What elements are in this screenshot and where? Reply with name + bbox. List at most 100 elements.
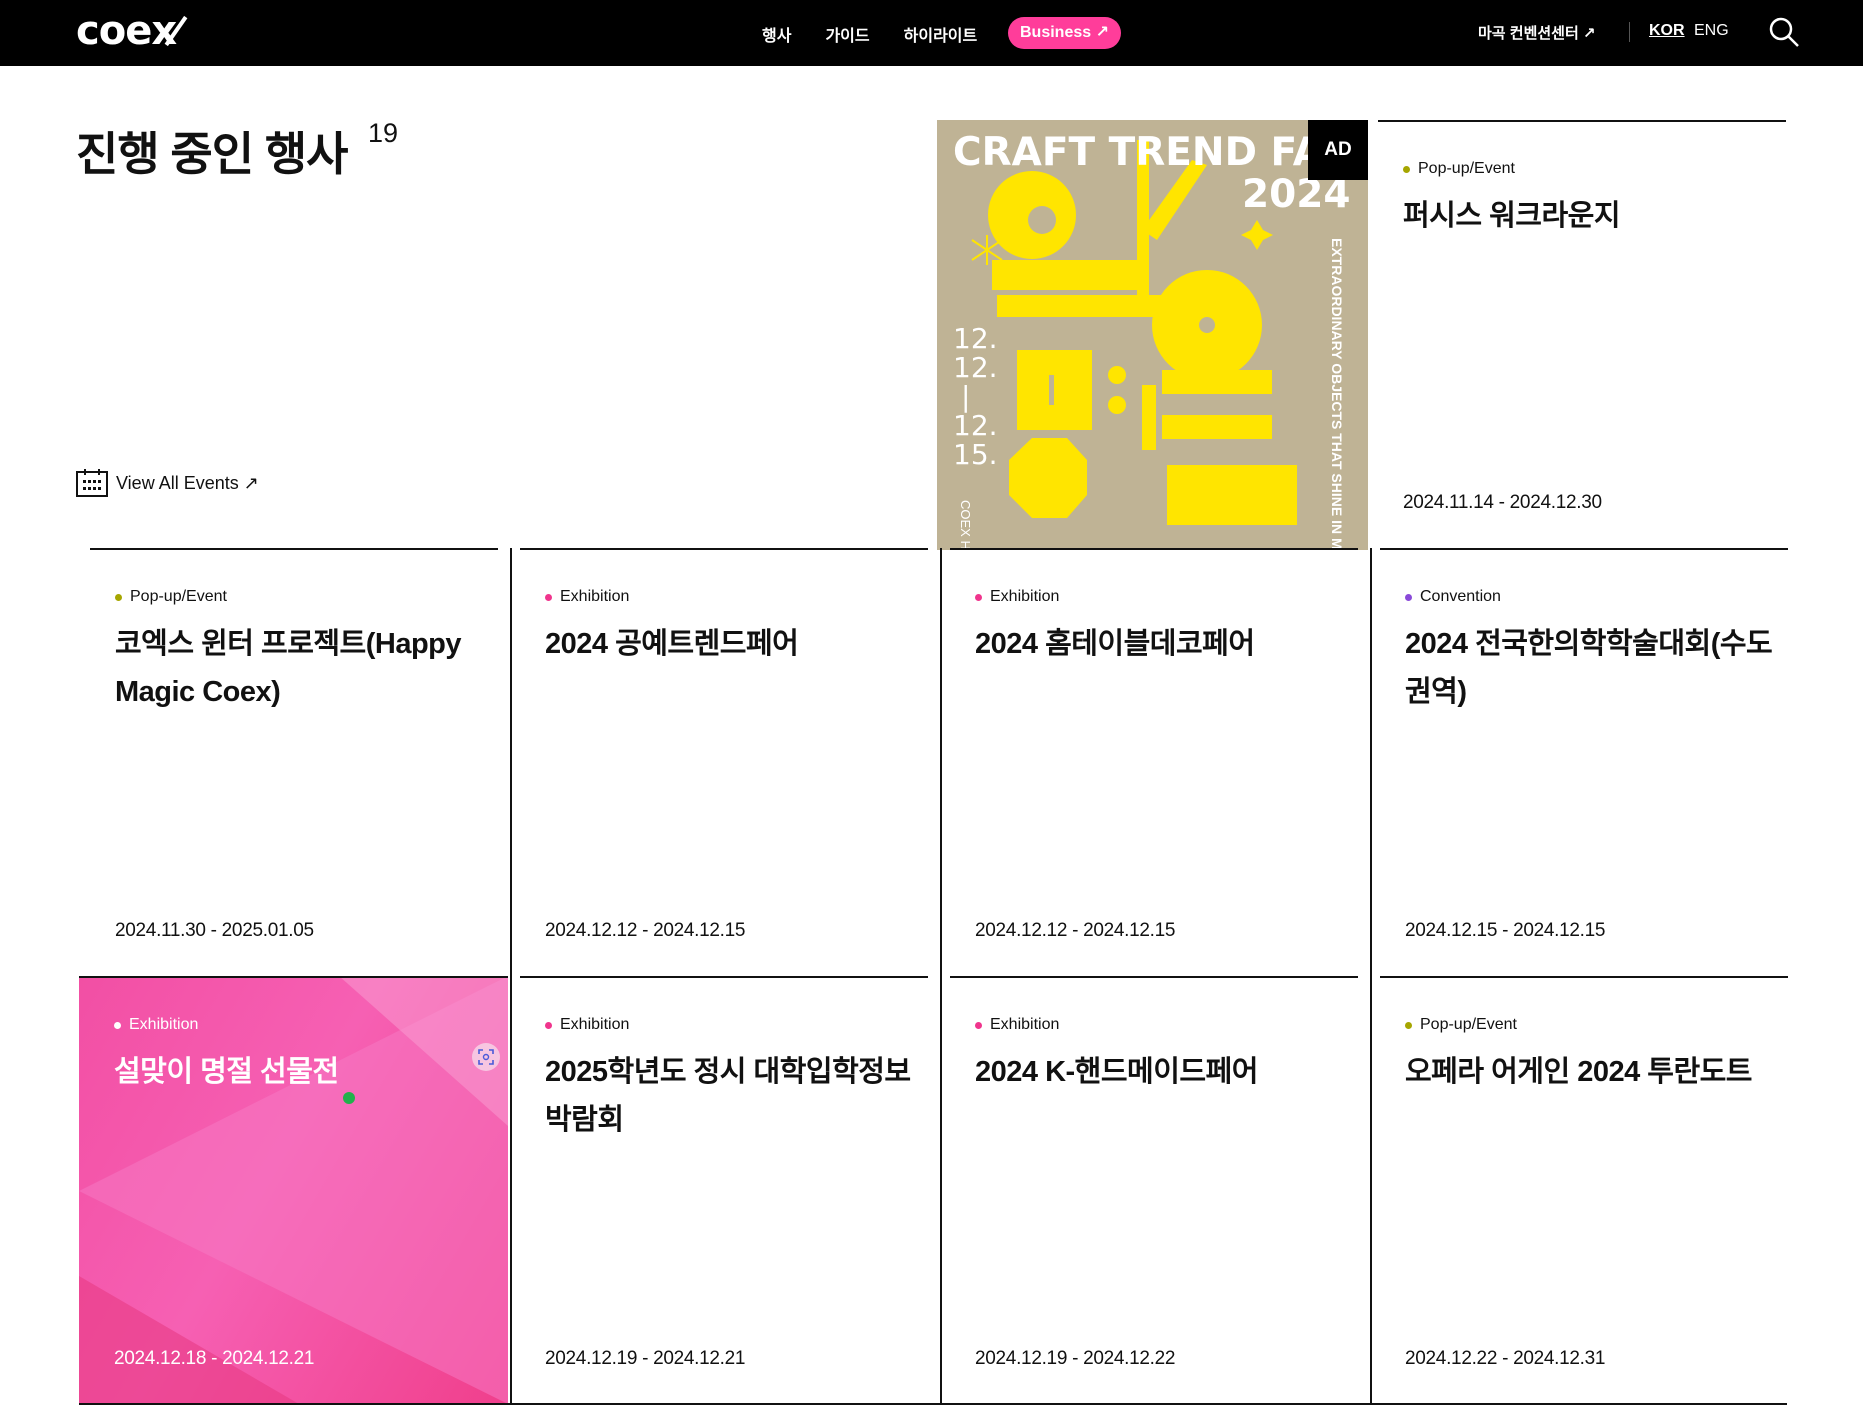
event-dates: 2024.12.22 - 2024.12.31 xyxy=(1405,1348,1606,1369)
category-dot xyxy=(975,593,982,601)
top-navigation-bar: coex 행사 가이드 하이라이트 Business ↗ 마곡 컨벤션센터 ↗ … xyxy=(0,0,1863,66)
ad-label: AD xyxy=(1308,120,1368,180)
page-title: 진행 중인 행사 xyxy=(76,128,348,180)
card-top-border xyxy=(1380,548,1788,550)
category-dot xyxy=(975,1021,982,1029)
card-top-border xyxy=(950,548,1358,550)
event-category: Pop-up/Event xyxy=(115,588,227,606)
category-dot xyxy=(545,593,552,601)
logo-text: coex xyxy=(76,8,177,54)
ad-hall: COEX HALL C xyxy=(958,500,973,550)
nav-events[interactable]: 행사 xyxy=(762,22,791,46)
category-dot xyxy=(114,1021,121,1029)
ad-dates: 12. 12. | 12. 15. xyxy=(953,324,998,469)
ad-date-line: 12. xyxy=(953,351,998,384)
ad-date-line: | xyxy=(961,380,971,413)
ad-date-line: 12. xyxy=(953,322,998,355)
event-dates: 2024.12.15 - 2024.12.15 xyxy=(1405,920,1606,941)
event-count: 19 xyxy=(368,118,399,148)
card-left-border xyxy=(510,976,512,1404)
view-all-label: View All Events ↗ xyxy=(116,472,259,493)
divider xyxy=(1629,22,1630,42)
event-dates: 2024.12.12 - 2024.12.15 xyxy=(545,920,746,941)
event-card[interactable]: Exhibition 2024 K-핸드메이드페어 2024.12.19 - 2… xyxy=(940,976,1358,1404)
green-indicator-dot xyxy=(343,1092,355,1104)
ad-side-text: EXTRAORDINARY OBJECTS THAT SHINE IN MY L… xyxy=(1329,238,1345,550)
category-label: Exhibition xyxy=(560,588,630,605)
lang-eng[interactable]: ENG xyxy=(1694,22,1729,40)
event-dates: 2024.12.18 - 2024.12.21 xyxy=(114,1348,315,1369)
screenshot-icon[interactable] xyxy=(472,1043,500,1071)
category-label: Pop-up/Event xyxy=(1418,160,1515,177)
nav-guide[interactable]: 가이드 xyxy=(825,22,869,46)
category-label: Pop-up/Event xyxy=(130,588,227,605)
category-label: Exhibition xyxy=(129,1016,199,1033)
category-label: Pop-up/Event xyxy=(1420,1016,1517,1033)
event-category: Exhibition xyxy=(545,1016,629,1034)
lang-kor[interactable]: KOR xyxy=(1649,22,1685,40)
event-card[interactable]: Convention 2024 전국한의학학술대회(수도권역) 2024.12.… xyxy=(1370,548,1788,976)
event-title: 퍼시스 워크라운지 xyxy=(1403,200,1621,232)
event-dates: 2024.11.14 - 2024.12.30 xyxy=(1403,492,1602,513)
ad-banner-craft-trend-fair[interactable]: CRAFT TREND FA 2024 12. 12. | 12. 15. CO… xyxy=(937,120,1368,550)
view-all-events-link[interactable]: View All Events ↗ xyxy=(76,469,259,497)
event-category: Pop-up/Event xyxy=(1403,160,1515,178)
card-left-border xyxy=(1370,548,1372,976)
event-card[interactable]: Exhibition 2024 홈테이블데코페어 2024.12.12 - 20… xyxy=(940,548,1358,976)
event-dates: 2024.12.19 - 2024.12.22 xyxy=(975,1348,1176,1369)
card-top-border xyxy=(1378,120,1786,122)
grid-bottom-border xyxy=(79,1403,1787,1405)
event-dates: 2024.12.12 - 2024.12.15 xyxy=(975,920,1176,941)
event-title: 2024 K-핸드메이드페어 xyxy=(975,1056,1258,1088)
event-card-featured[interactable]: Exhibition 설맞이 명절 선물전 2024.12.18 - 2024.… xyxy=(79,976,508,1404)
main-nav: 행사 가이드 하이라이트 xyxy=(762,22,1011,46)
category-dot xyxy=(545,1021,552,1029)
event-category: Exhibition xyxy=(114,1016,198,1034)
card-left-border xyxy=(1370,976,1372,1404)
category-dot xyxy=(1405,593,1412,601)
category-label: Exhibition xyxy=(560,1016,630,1033)
category-label: Exhibition xyxy=(990,588,1060,605)
event-category: Exhibition xyxy=(975,1016,1059,1034)
card-left-border xyxy=(940,548,942,976)
event-title: 2024 공예트렌드페어 xyxy=(545,628,799,660)
category-label: Convention xyxy=(1420,588,1501,605)
card-top-border xyxy=(90,548,498,550)
category-dot xyxy=(1405,1021,1412,1029)
event-card[interactable]: Pop-up/Event 퍼시스 워크라운지 2024.11.14 - 2024… xyxy=(1378,120,1786,548)
card-top-border xyxy=(520,548,928,550)
event-card[interactable]: Pop-up/Event 오페라 어게인 2024 투란도트 2024.12.2… xyxy=(1370,976,1788,1404)
coex-logo[interactable]: coex xyxy=(76,8,188,54)
search-icon[interactable] xyxy=(1768,16,1800,48)
event-title: 2024 전국한의학학술대회(수도권역) xyxy=(1405,628,1773,708)
card-left-border xyxy=(510,548,512,976)
card-left-border xyxy=(940,976,942,1404)
card-top-border xyxy=(950,976,1358,978)
event-category: Exhibition xyxy=(975,588,1059,606)
event-title: 2025학년도 정시 대학입학정보박람회 xyxy=(545,1056,911,1136)
pink-decorative-background xyxy=(79,976,508,1404)
category-label: Exhibition xyxy=(990,1016,1060,1033)
event-dates: 2024.12.19 - 2024.12.21 xyxy=(545,1348,746,1369)
event-title: 코엑스 윈터 프로젝트(Happy Magic Coex) xyxy=(115,628,462,708)
magok-convention-link[interactable]: 마곡 컨벤션센터 ↗ xyxy=(1478,22,1596,43)
nav-highlight[interactable]: 하이라이트 xyxy=(904,22,978,46)
calendar-icon xyxy=(76,469,108,497)
event-card[interactable]: Pop-up/Event 코엑스 윈터 프로젝트(Happy Magic Coe… xyxy=(90,548,498,976)
category-dot xyxy=(115,593,122,601)
event-category: Pop-up/Event xyxy=(1405,1016,1517,1034)
event-title: 2024 홈테이블데코페어 xyxy=(975,628,1255,660)
category-dot xyxy=(1403,165,1410,173)
business-button[interactable]: Business ↗ xyxy=(1008,17,1121,49)
event-title: 설맞이 명절 선물전 xyxy=(114,1056,339,1088)
ad-date-line: 12. xyxy=(953,409,998,442)
event-card[interactable]: Exhibition 2025학년도 정시 대학입학정보박람회 2024.12.… xyxy=(510,976,928,1404)
event-category: Exhibition xyxy=(545,588,629,606)
event-category: Convention xyxy=(1405,588,1501,606)
event-title: 오페라 어게인 2024 투란도트 xyxy=(1405,1056,1753,1088)
card-top-border xyxy=(1380,976,1788,978)
ad-headline: CRAFT TREND FA xyxy=(953,130,1323,175)
event-card[interactable]: Exhibition 2024 공예트렌드페어 2024.12.12 - 202… xyxy=(510,548,928,976)
ad-date-line: 15. xyxy=(953,438,998,471)
card-top-border xyxy=(520,976,928,978)
